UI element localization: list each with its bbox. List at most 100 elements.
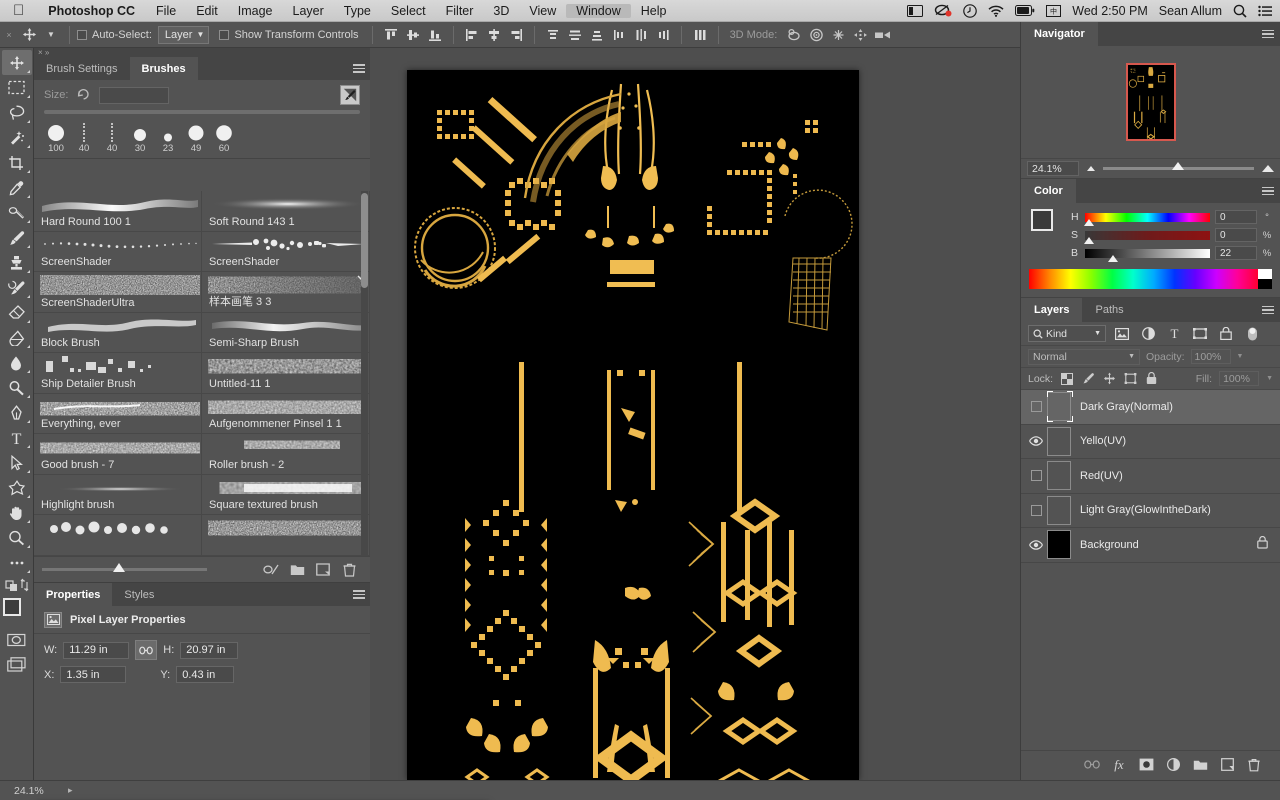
brush-list-item[interactable]	[202, 515, 370, 556]
custom-shape-tool[interactable]	[2, 475, 32, 500]
canvas-area[interactable]	[370, 48, 1020, 780]
tab-layers[interactable]: Layers	[1021, 298, 1083, 322]
layer-visibility-toggle[interactable]	[1025, 401, 1047, 413]
brush-size-reset-icon[interactable]	[76, 87, 91, 103]
hue-slider[interactable]	[1084, 212, 1210, 226]
document-canvas[interactable]	[407, 70, 859, 780]
width-input[interactable]: 11.29 in	[63, 641, 130, 659]
brush-list-item[interactable]	[34, 515, 202, 556]
layer-thumbnail[interactable]	[1047, 426, 1071, 456]
time-machine-icon[interactable]	[963, 3, 978, 18]
brush-panel-menu-icon[interactable]	[348, 57, 370, 80]
menu-3d[interactable]: 3D	[483, 4, 519, 18]
color-swatches[interactable]	[2, 597, 32, 627]
x-input[interactable]: 1.35 in	[60, 666, 127, 683]
brush-list-item[interactable]: Untitled-11 1	[202, 353, 370, 394]
navigator-thumbnail[interactable]	[1125, 63, 1176, 141]
opacity-input[interactable]: 100%	[1190, 349, 1231, 364]
menu-image[interactable]: Image	[228, 4, 283, 18]
tab-paths[interactable]: Paths	[1082, 298, 1136, 322]
tab-brush-settings[interactable]: Brush Settings	[34, 57, 130, 80]
move-tool-icon[interactable]	[18, 24, 40, 46]
user-name[interactable]: Sean Allum	[1159, 4, 1222, 18]
quick-selection-tool[interactable]	[2, 125, 32, 150]
brush-list-item[interactable]: Aufgenommener Pinsel 1 1	[202, 393, 370, 434]
zoom-tool[interactable]	[2, 525, 32, 550]
layer-thumbnail[interactable]	[1047, 392, 1071, 422]
lasso-tool[interactable]	[2, 100, 32, 125]
saturation-value[interactable]: 0	[1215, 228, 1257, 242]
layer-name[interactable]: Light Gray(GlowIntheDark)	[1080, 504, 1211, 516]
align-left-edges-icon[interactable]	[461, 24, 483, 46]
clock[interactable]: Wed 2:50 PM	[1072, 4, 1148, 18]
hand-tool[interactable]	[2, 500, 32, 525]
layer-style-icon[interactable]: fx	[1111, 757, 1127, 773]
spot-healing-brush-tool[interactable]	[2, 200, 32, 225]
brush-list-scrollbar-thumb[interactable]	[361, 193, 368, 288]
color-swatches[interactable]	[1029, 209, 1065, 243]
brush-size-input[interactable]	[99, 86, 170, 104]
menu-filter[interactable]: Filter	[436, 4, 484, 18]
brush-list-item[interactable]: Ship Detailer Brush	[34, 353, 202, 394]
spectrum-gradient[interactable]	[1029, 269, 1258, 289]
new-layer-icon[interactable]	[1219, 757, 1235, 773]
tool-preset-chevron-icon[interactable]: ▼	[40, 24, 62, 46]
align-top-edges-icon[interactable]	[380, 24, 402, 46]
slider-knob[interactable]	[1107, 254, 1118, 262]
hue-value[interactable]: 0	[1215, 210, 1257, 224]
navigator-zoom-slider[interactable]	[1103, 162, 1254, 170]
menu-type[interactable]: Type	[334, 4, 381, 18]
slider-knob[interactable]	[1172, 162, 1185, 170]
dodge-tool[interactable]	[2, 375, 32, 400]
move-tool[interactable]	[1, 50, 32, 75]
layer-visibility-toggle[interactable]	[1025, 539, 1047, 550]
blur-tool[interactable]	[2, 350, 32, 375]
menu-file[interactable]: File	[146, 4, 186, 18]
brush-panel-grip[interactable]: × »	[34, 48, 370, 57]
menu-edit[interactable]: Edit	[186, 4, 228, 18]
crop-tool[interactable]	[2, 150, 32, 175]
slider-knob[interactable]	[1084, 236, 1094, 244]
filter-adjustment-icon[interactable]	[1138, 325, 1158, 343]
link-icon[interactable]	[135, 640, 158, 660]
screen-mode-icon[interactable]	[2, 652, 32, 677]
align-vertical-centers-icon[interactable]	[402, 24, 424, 46]
rectangular-marquee-tool[interactable]	[2, 75, 32, 100]
brush-list-item[interactable]: 样本画笔 3 3	[202, 272, 370, 313]
foreground-color-swatch[interactable]	[2, 598, 21, 616]
distribute-vertical-centers-icon[interactable]	[564, 24, 586, 46]
brush-preset[interactable]: 40	[70, 120, 98, 154]
apple-logo-icon[interactable]: 	[0, 3, 37, 18]
rotate-3d-icon[interactable]	[783, 24, 805, 46]
filter-toggle-icon[interactable]	[1242, 325, 1262, 343]
distribute-spacing-icon[interactable]	[689, 24, 711, 46]
brush-preset[interactable]: 60	[210, 120, 238, 154]
layer-filter-kind-dropdown[interactable]: Kind ▼	[1028, 325, 1106, 342]
align-bottom-edges-icon[interactable]	[424, 24, 446, 46]
navigator-menu-icon[interactable]	[1256, 22, 1280, 46]
new-group-icon[interactable]	[284, 563, 310, 576]
layer-row[interactable]: Yello(UV)	[1021, 425, 1280, 459]
quick-mask-mode-icon[interactable]	[2, 627, 32, 652]
distribute-bottom-edges-icon[interactable]	[586, 24, 608, 46]
slider-knob[interactable]	[1084, 218, 1094, 226]
tab-brushes[interactable]: Brushes	[129, 57, 198, 80]
history-brush-tool[interactable]	[2, 275, 32, 300]
display-icon[interactable]	[907, 4, 924, 17]
layer-name[interactable]: Dark Gray(Normal)	[1080, 401, 1173, 413]
brush-preset[interactable]: 40	[98, 120, 126, 154]
delete-layer-icon[interactable]	[1246, 757, 1262, 773]
layer-visibility-toggle[interactable]	[1025, 436, 1047, 447]
delete-brush-icon[interactable]	[336, 563, 362, 577]
brush-list-item[interactable]: Roller brush - 2	[202, 434, 370, 475]
menu-select[interactable]: Select	[381, 4, 436, 18]
clone-stamp-tool[interactable]	[2, 250, 32, 275]
brush-list-item[interactable]: ScreenShader	[202, 231, 370, 272]
distribute-horizontal-centers-icon[interactable]	[630, 24, 652, 46]
lock-all-icon[interactable]	[1144, 372, 1158, 386]
brightness-slider[interactable]	[1085, 248, 1210, 262]
brush-preset[interactable]: 49	[182, 120, 210, 154]
navigator-zoom-input[interactable]: 24.1%	[1027, 161, 1079, 176]
layer-visibility-toggle[interactable]	[1025, 504, 1047, 516]
brush-list-item[interactable]: Square textured brush	[202, 474, 370, 515]
